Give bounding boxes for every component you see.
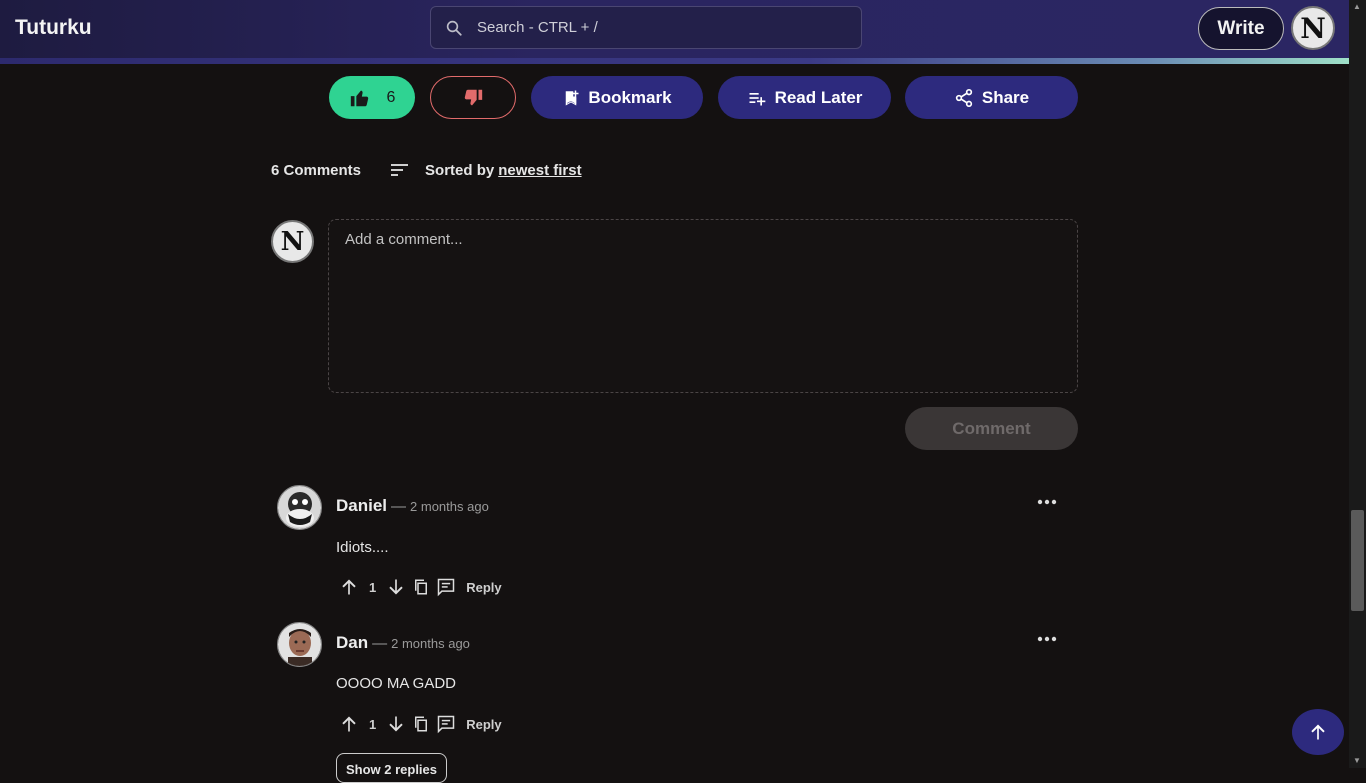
search-input[interactable] (475, 18, 839, 37)
search-box[interactable] (430, 6, 862, 49)
like-button[interactable]: 6 (329, 76, 415, 119)
dislike-button[interactable] (430, 76, 516, 119)
comment-time: 2 months ago (391, 636, 470, 651)
read-later-button[interactable]: Read Later (718, 76, 891, 119)
user-avatar[interactable]: N (1291, 6, 1335, 50)
reply-icon[interactable] (436, 714, 456, 734)
site-logo[interactable]: Tuturku (15, 16, 92, 40)
reply-icon[interactable] (436, 577, 456, 597)
comment-actions: 1 Reply (339, 714, 502, 734)
vote-count: 1 (369, 579, 377, 595)
meta-separator: — (391, 498, 407, 515)
reply-button[interactable]: Reply (466, 717, 501, 732)
share-icon (955, 88, 973, 107)
comment-input[interactable] (328, 219, 1078, 393)
commenter-name[interactable]: Daniel (336, 496, 387, 515)
downvote-icon[interactable] (386, 714, 406, 734)
arrow-up-icon (1311, 724, 1325, 740)
bookmark-add-icon (566, 90, 579, 105)
copy-icon[interactable] (412, 578, 430, 596)
top-navbar: Tuturku Write N (0, 0, 1349, 58)
write-button[interactable]: Write (1198, 7, 1284, 50)
thumbs-up-icon (350, 90, 368, 106)
commenter-avatar[interactable] (277, 622, 322, 667)
upvote-icon[interactable] (339, 714, 359, 734)
comment-meta: Daniel —2 months ago (336, 496, 489, 516)
scrollbar-thumb[interactable] (1351, 510, 1364, 611)
header-accent-bar (0, 58, 1349, 64)
downvote-icon[interactable] (386, 577, 406, 597)
upvote-icon[interactable] (339, 577, 359, 597)
copy-icon[interactable] (412, 715, 430, 733)
show-replies-button[interactable]: Show 2 replies (336, 753, 447, 783)
like-count: 6 (386, 88, 396, 106)
scroll-to-top-button[interactable] (1292, 709, 1344, 755)
share-button[interactable]: Share (905, 76, 1078, 119)
meta-separator: — (372, 635, 388, 652)
comment-time: 2 months ago (410, 499, 489, 514)
scroll-up-arrow-icon[interactable]: ▲ (1353, 2, 1361, 11)
comments-count: 6 Comments (271, 161, 362, 179)
comments-header: 6 Comments Sorted by newest first (271, 160, 582, 180)
bookmark-button[interactable]: Bookmark (531, 76, 703, 119)
comment-actions: 1 Reply (339, 577, 502, 597)
commenter-avatar[interactable] (277, 485, 322, 530)
comment-text: Idiots.... (336, 539, 389, 556)
comment-meta: Dan —2 months ago (336, 633, 470, 653)
page-scrollbar[interactable] (1349, 0, 1366, 768)
sort-order-link[interactable]: newest first (498, 162, 581, 179)
vote-count: 1 (369, 716, 377, 732)
read-later-label: Read Later (774, 87, 863, 107)
sorted-by-label: Sorted by (425, 161, 495, 179)
my-avatar: N (271, 220, 314, 263)
commenter-name[interactable]: Dan (336, 633, 368, 652)
search-icon (446, 20, 462, 36)
more-options-icon[interactable] (1037, 499, 1057, 505)
thumbs-down-icon (464, 89, 483, 105)
comment-submit-button[interactable]: Comment (905, 407, 1078, 450)
playlist-add-icon (749, 92, 765, 105)
share-label: Share (981, 87, 1030, 107)
more-options-icon[interactable] (1037, 636, 1057, 642)
sort-icon[interactable] (391, 162, 409, 178)
scroll-down-arrow-icon[interactable]: ▼ (1353, 756, 1361, 765)
comment-text: OOOO MA GADD (336, 675, 457, 692)
reply-button[interactable]: Reply (466, 580, 501, 595)
bookmark-label: Bookmark (588, 87, 672, 107)
